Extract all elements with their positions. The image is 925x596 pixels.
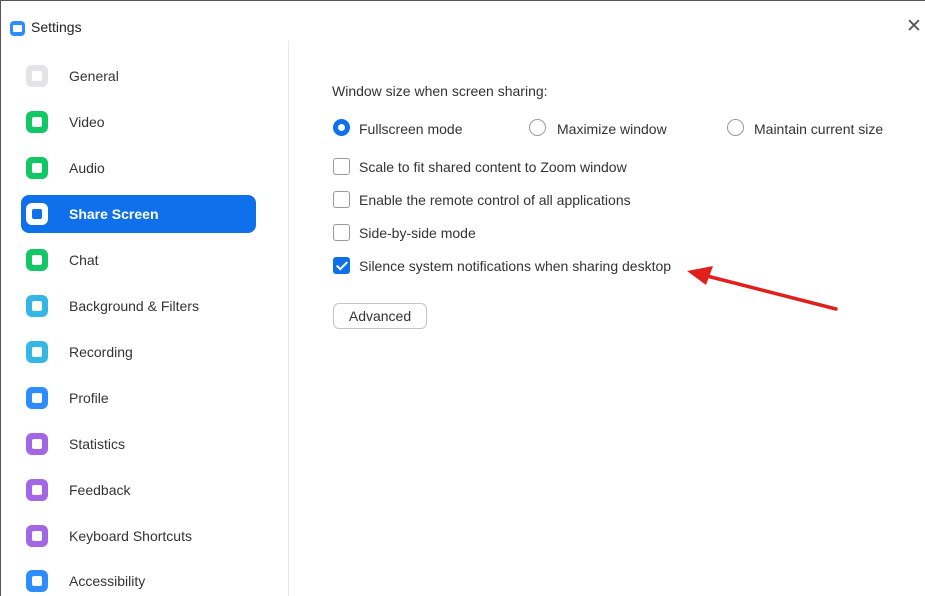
headphones-icon (26, 157, 48, 179)
sidebar-item-label: Statistics (69, 436, 126, 452)
advanced-button[interactable]: Advanced (333, 303, 427, 329)
video-camera-icon (26, 111, 48, 133)
sidebar-item-label: Accessibility (69, 573, 146, 589)
record-icon (26, 341, 48, 363)
sidebar-item-label: Feedback (69, 482, 131, 498)
sidebar-item-accessibility[interactable]: Accessibility (21, 562, 256, 596)
gear-icon (26, 65, 48, 87)
maximize-window-radio[interactable] (529, 119, 546, 136)
sidebar-item-label: Recording (69, 344, 133, 360)
share-screen-panel: Window size when screen sharing: Fullscr… (290, 41, 925, 596)
settings-sidebar: General Video Audio Share Screen Chat Ba… (1, 41, 289, 596)
silence-notifications-label: Silence system notifications when sharin… (359, 258, 672, 274)
sidebar-item-video[interactable]: Video (21, 103, 256, 141)
background-icon (26, 295, 48, 317)
window-title: Settings (31, 19, 82, 35)
sidebar-item-label: Chat (69, 252, 99, 268)
accessibility-icon (26, 570, 48, 592)
sidebar-item-general[interactable]: General (21, 57, 256, 95)
maintain-current-size-radio[interactable] (727, 119, 744, 136)
sidebar-item-audio[interactable]: Audio (21, 149, 256, 187)
sidebar-item-label: Keyboard Shortcuts (69, 528, 192, 544)
sidebar-item-label: Audio (69, 160, 105, 176)
side-by-side-label: Side-by-side mode (359, 225, 476, 241)
sidebar-item-chat[interactable]: Chat (21, 241, 256, 279)
sidebar-item-label: General (69, 68, 119, 84)
sidebar-item-statistics[interactable]: Statistics (21, 425, 256, 463)
close-button[interactable]: ✕ (903, 15, 925, 37)
title-bar: Settings ✕ (1, 1, 925, 41)
zoom-app-icon (10, 21, 25, 36)
sidebar-item-label: Profile (69, 390, 109, 406)
chat-bubble-icon (26, 249, 48, 271)
sidebar-item-profile[interactable]: Profile (21, 379, 256, 417)
sidebar-item-background-filters[interactable]: Background & Filters (21, 287, 256, 325)
remote-control-checkbox[interactable] (333, 191, 350, 208)
fullscreen-mode-label: Fullscreen mode (359, 121, 463, 137)
scale-to-fit-checkbox[interactable] (333, 158, 350, 175)
keyboard-icon (26, 525, 48, 547)
settings-window: Settings ✕ General Video Audio Share Scr… (0, 0, 925, 596)
sidebar-item-feedback[interactable]: Feedback (21, 471, 256, 509)
sidebar-item-label: Video (69, 114, 105, 130)
maintain-current-size-label: Maintain current size (754, 121, 884, 137)
sidebar-item-label: Background & Filters (69, 298, 199, 314)
fullscreen-mode-radio[interactable] (333, 119, 350, 136)
remote-control-label: Enable the remote control of all applica… (359, 192, 631, 208)
sidebar-item-share-screen[interactable]: Share Screen (21, 195, 256, 233)
smiley-icon (26, 479, 48, 501)
sidebar-item-keyboard-shortcuts[interactable]: Keyboard Shortcuts (21, 517, 256, 555)
bar-chart-icon (26, 433, 48, 455)
user-icon (26, 387, 48, 409)
sidebar-item-recording[interactable]: Recording (21, 333, 256, 371)
maximize-window-label: Maximize window (557, 121, 667, 137)
window-size-heading: Window size when screen sharing: (332, 83, 548, 99)
share-screen-icon (26, 203, 48, 225)
side-by-side-checkbox[interactable] (333, 224, 350, 241)
silence-notifications-checkbox[interactable] (333, 257, 350, 274)
scale-to-fit-label: Scale to fit shared content to Zoom wind… (359, 159, 627, 175)
sidebar-item-label: Share Screen (69, 206, 159, 222)
